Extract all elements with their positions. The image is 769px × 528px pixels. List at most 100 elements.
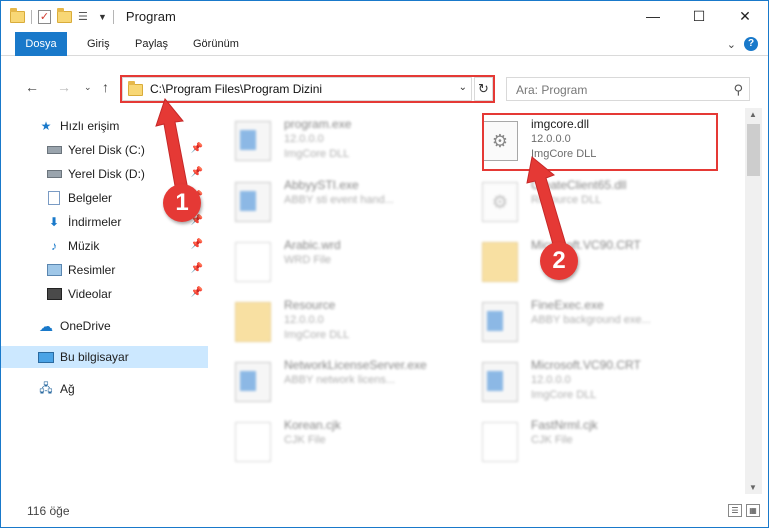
status-bar: 116 öğe ☰ ▦: [1, 497, 768, 527]
search-input[interactable]: Ara: Program ⚲: [506, 77, 750, 101]
pictures-icon: [46, 263, 62, 277]
file-item[interactable]: Resource 12.0.0.0 ImgCore DLL: [210, 296, 450, 356]
sidebar-item-label: Bu bilgisayar: [60, 350, 129, 364]
file-icon: [235, 422, 271, 462]
file-item[interactable]: Arabic.wrd WRD File: [210, 236, 450, 296]
drive-icon: [46, 167, 62, 181]
file-highlight-box: [482, 113, 718, 171]
tiles-view-icon[interactable]: ▦: [746, 504, 760, 517]
scroll-down-icon[interactable]: ▼: [749, 483, 757, 492]
ribbon-right: ⌄ ?: [727, 37, 758, 51]
scroll-up-icon[interactable]: ▲: [749, 110, 757, 119]
videos-icon: [46, 287, 62, 301]
file-item[interactable]: FastNrml.cjk CJK File: [457, 416, 697, 476]
search-placeholder: Ara: Program: [516, 83, 588, 97]
sidebar-item-label: Videolar: [68, 287, 112, 301]
app-icon: [235, 362, 271, 402]
folder-icon: [482, 242, 518, 282]
drive-icon: [46, 143, 62, 157]
file-name: Microsoft.VC90.CRT: [531, 358, 641, 372]
file-name: Resource: [284, 298, 336, 312]
app-icon: [235, 182, 271, 222]
file-detail: 12.0.0.0: [284, 133, 324, 145]
qat-dropdown-icon[interactable]: ▼: [98, 12, 107, 22]
explorer-window: ✓ ☰ ▼ Program — ☐ ✕ Dosya Giriş Paylaş G…: [0, 0, 769, 528]
new-folder-icon[interactable]: [57, 7, 72, 23]
file-detail: ABBY network licens...: [284, 374, 396, 386]
file-item[interactable]: Korean.cjk CJK File: [210, 416, 450, 476]
search-icon[interactable]: ⚲: [733, 82, 743, 98]
tab-share[interactable]: Paylaş: [125, 32, 178, 56]
tab-home[interactable]: Giriş: [77, 32, 120, 56]
view-buttons: ☰ ▦: [728, 504, 760, 517]
file-detail: ImgCore DLL: [284, 148, 350, 160]
customize-icon[interactable]: ☰: [78, 11, 92, 23]
vertical-scrollbar[interactable]: ▲ ▼: [745, 108, 762, 494]
quick-access-toolbar: ✓ ☰ ▼: [10, 7, 114, 24]
scroll-thumb[interactable]: [747, 124, 760, 176]
separator: [31, 9, 32, 24]
file-name: AbbyySTI.exe: [284, 178, 359, 192]
file-item[interactable]: program.exe 12.0.0.0 ImgCore DLL: [210, 115, 450, 175]
forward-arrow-icon[interactable]: →: [57, 79, 71, 95]
sidebar-item-pictures[interactable]: Resimler 📌: [1, 259, 208, 281]
sidebar-item-label: Ağ: [60, 382, 75, 396]
minimize-icon[interactable]: —: [630, 1, 676, 31]
file-icon: [482, 422, 518, 462]
cloud-icon: ☁: [39, 317, 53, 334]
file-name: NetworkLicenseServer.exe: [284, 358, 427, 372]
sidebar-item-this-pc[interactable]: Bu bilgisayar: [1, 346, 208, 368]
file-item[interactable]: Microsoft.VC90.CRT 12.0.0.0 ImgCore DLL: [457, 356, 697, 416]
file-name: FineExec.exe: [531, 298, 604, 312]
file-detail: ImgCore DLL: [531, 389, 597, 401]
file-detail: ABBY background exe...: [531, 314, 651, 326]
download-icon: ⬇: [48, 215, 60, 229]
close-icon[interactable]: ✕: [722, 1, 768, 31]
back-arrow-icon[interactable]: ←: [25, 79, 39, 95]
pin-icon[interactable]: 📌: [191, 287, 203, 298]
window-controls: — ☐ ✕: [630, 1, 768, 31]
file-name: Korean.cjk: [284, 418, 341, 432]
file-name: program.exe: [284, 117, 352, 131]
folder-icon: [10, 7, 25, 23]
documents-icon: [46, 191, 62, 205]
sidebar-item-network[interactable]: 🖧 Ağ: [1, 378, 208, 400]
ribbon: Dosya Giriş Paylaş Görünüm ⌄ ?: [1, 32, 768, 56]
file-name: Arabic.wrd: [284, 238, 341, 252]
tab-view[interactable]: Görünüm: [183, 32, 249, 56]
app-icon: [482, 362, 518, 402]
file-detail: 12.0.0.0: [284, 314, 324, 326]
file-detail: ABBY sti event hand...: [284, 194, 394, 206]
title-bar: ✓ ☰ ▼ Program — ☐ ✕: [1, 1, 768, 32]
sidebar-item-label: Resimler: [68, 263, 116, 277]
file-item[interactable]: AbbyySTI.exe ABBY sti event hand...: [210, 176, 450, 236]
recent-chevron-icon[interactable]: ⌄: [84, 82, 92, 93]
sidebar-item-videos[interactable]: Videolar 📌: [1, 283, 208, 305]
sidebar-item-label: Belgeler: [68, 191, 113, 205]
sidebar-item-label: Yerel Disk (D:): [68, 167, 145, 181]
folder-icon: [235, 302, 271, 342]
pin-icon[interactable]: 📌: [191, 239, 203, 250]
app-icon: [235, 121, 271, 161]
file-name: FastNrml.cjk: [531, 418, 598, 432]
sidebar-item-label: Yerel Disk (C:): [68, 143, 145, 157]
item-count: 116 öğe: [27, 504, 70, 518]
sidebar-item-label: Hızlı erişim: [60, 119, 120, 133]
sidebar-item-label: İndirmeler: [68, 215, 122, 229]
maximize-icon[interactable]: ☐: [676, 1, 722, 31]
expand-ribbon-icon[interactable]: ⌄: [727, 38, 736, 51]
sidebar-item-onedrive[interactable]: ☁ OneDrive: [1, 315, 208, 337]
help-icon[interactable]: ?: [744, 37, 758, 51]
properties-check-icon[interactable]: ✓: [38, 9, 51, 24]
annotation-badge-1: 1: [163, 184, 201, 222]
sidebar-item-music[interactable]: ♪ Müzik 📌: [1, 235, 208, 257]
computer-icon: [38, 350, 54, 364]
file-detail: CJK File: [284, 434, 326, 446]
details-view-icon[interactable]: ☰: [728, 504, 742, 517]
annotation-badge-2: 2: [540, 242, 578, 280]
up-arrow-icon[interactable]: ↑: [102, 79, 109, 95]
tab-file[interactable]: Dosya: [15, 32, 67, 56]
file-item[interactable]: FineExec.exe ABBY background exe...: [457, 296, 697, 356]
file-item[interactable]: NetworkLicenseServer.exe ABBY network li…: [210, 356, 450, 416]
pin-icon[interactable]: 📌: [191, 263, 203, 274]
